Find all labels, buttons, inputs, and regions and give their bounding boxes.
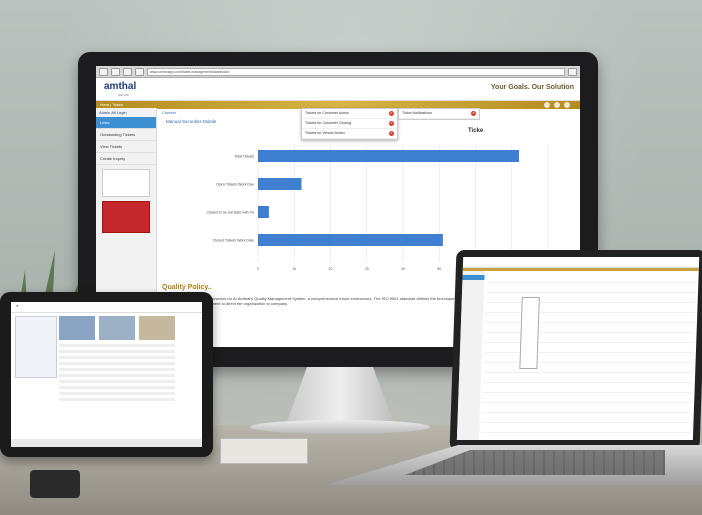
- count-badge: 0: [389, 131, 394, 136]
- app-header: amthal GROUP Your Goals. Our Solution: [96, 78, 580, 101]
- app-tagline: Your Goals. Our Solution: [490, 84, 574, 91]
- tablet-image: [99, 316, 135, 340]
- laptop-gold-bar: [462, 268, 699, 271]
- tablet-header: ◔: [11, 302, 202, 313]
- home-button[interactable]: [135, 67, 144, 76]
- app-logo: amthal: [104, 81, 137, 92]
- settings-icon[interactable]: [568, 67, 577, 76]
- app-logo-sub: GROUP: [118, 93, 130, 97]
- bar: [258, 206, 269, 218]
- laptop-sidebar-active: [462, 275, 485, 280]
- laptop-sidebar: [456, 271, 485, 440]
- dropdown-item-label: Ticket Notifications: [402, 111, 433, 115]
- laptop-dropdown-list: [519, 297, 540, 369]
- sidebar-title: Admin All Login: [99, 110, 127, 115]
- x-tick-label: 40: [401, 267, 405, 271]
- x-tick-label: 30: [365, 267, 369, 271]
- sidebar-item-view[interactable]: View Tickets: [96, 141, 156, 153]
- laptop-table: [480, 273, 697, 438]
- x-tick-label: 20: [329, 267, 333, 271]
- laptop-screen: [456, 257, 700, 440]
- desk-object: [30, 470, 80, 498]
- tablet-login-panel: [15, 316, 57, 378]
- x-tick-label: 0: [257, 267, 259, 271]
- refresh-button[interactable]: [123, 67, 132, 76]
- certification-badge: [102, 201, 150, 233]
- dropdown-item[interactable]: Tickets for Customer Closing 0: [302, 119, 397, 129]
- tablet-text-block: [59, 344, 175, 404]
- dropdown-item-label: Tickets for Customer Closing: [305, 121, 351, 125]
- count-badge: 0: [471, 111, 476, 116]
- quality-title: Quality Policy..: [162, 284, 212, 291]
- category-label: Total Tickets: [234, 155, 254, 159]
- sidebar-item-create[interactable]: Create Inquiry: [96, 153, 156, 165]
- count-badge: 0: [389, 111, 394, 116]
- windows-badge: [102, 169, 150, 197]
- laptop-device: [325, 250, 702, 485]
- tablet-footer: [11, 439, 202, 447]
- laptop-lid: [449, 250, 702, 450]
- bar: [258, 150, 519, 162]
- category-label: Closed to be out Date with Vn: [206, 211, 254, 215]
- book-decoration: [220, 438, 308, 464]
- dropdown-item[interactable]: Tickets for Customer Action 0: [302, 109, 397, 119]
- dropdown-item[interactable]: Ticket Notifications 0: [399, 109, 479, 119]
- category-label: Open Tickets Work Due: [216, 183, 254, 187]
- notifications-dropdown: Ticket Notifications 0: [398, 108, 480, 120]
- back-button[interactable]: [99, 67, 108, 76]
- dropdown-item-label: Tickets for Customer Action: [305, 111, 349, 115]
- chart-heading: Ticke: [468, 128, 484, 134]
- tickets-dropdown: Tickets for Customer Action 0 Tickets for…: [301, 108, 398, 140]
- x-tick-label: 50: [437, 267, 441, 271]
- monitor-base: [250, 420, 430, 434]
- dropdown-item-label: Tickets for Vendor Action: [305, 131, 345, 135]
- x-tick-label: 10: [292, 267, 296, 271]
- bar: [258, 178, 302, 190]
- forward-button[interactable]: [111, 67, 120, 76]
- category-label: Closed Tickets Work Date: [213, 239, 254, 243]
- laptop-header: [462, 257, 700, 268]
- tablet-image: [139, 316, 175, 340]
- nav-links[interactable]: Home | Tickets: [100, 103, 123, 107]
- sidebar-item-links[interactable]: Links: [96, 117, 156, 129]
- bar: [258, 234, 443, 246]
- tablet-device: ◔: [0, 292, 213, 457]
- browser-toolbar: www.onlineapp.com/ticket-management/dash…: [96, 66, 580, 78]
- tablet-image: [59, 316, 95, 340]
- tablet-screen: ◔: [11, 302, 202, 447]
- url-bar[interactable]: www.onlineapp.com/ticket-management/dash…: [147, 67, 565, 76]
- dropdown-item[interactable]: Tickets for Vendor Action 0: [302, 129, 397, 139]
- sidebar-item-outstanding[interactable]: Outstanding Tickets: [96, 129, 156, 141]
- count-badge: 0: [389, 121, 394, 126]
- tablet-logo: ◔: [15, 304, 19, 310]
